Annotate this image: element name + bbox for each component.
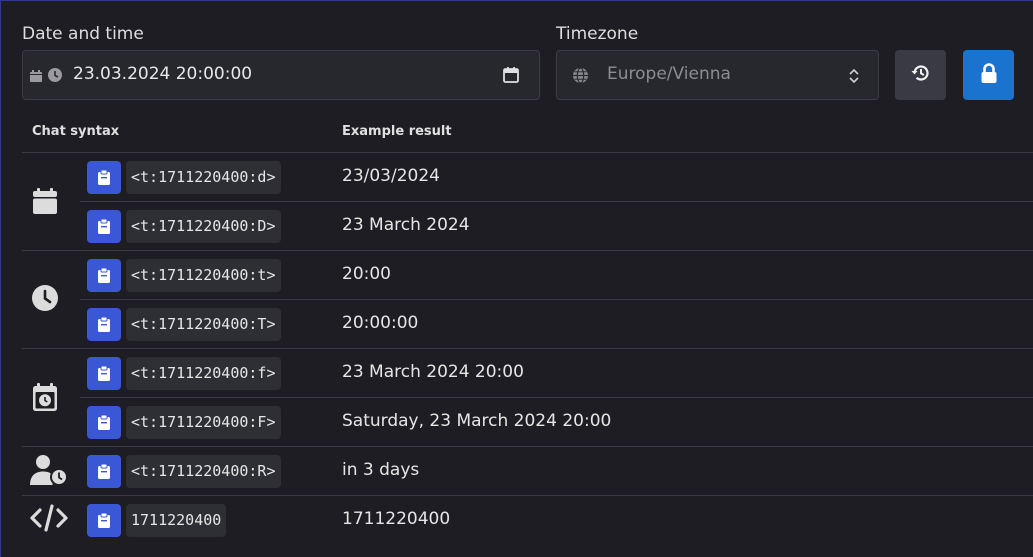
- clipboard-icon: [98, 463, 110, 479]
- table-row: 1711220400 1711220400: [1, 495, 1033, 544]
- lock-icon: [979, 62, 999, 88]
- syntax-code: <t:1711220400:D>: [126, 210, 281, 243]
- datetime-input[interactable]: 23.03.2024 20:00:00: [22, 50, 540, 100]
- calendar-clock-icon: [27, 379, 63, 415]
- copy-button[interactable]: [87, 210, 121, 243]
- datetime-value: 23.03.2024 20:00:00: [73, 64, 253, 84]
- code-icon: [29, 500, 69, 536]
- copy-button[interactable]: [87, 455, 121, 488]
- syntax-code: <t:1711220400:d>: [126, 161, 281, 194]
- clipboard-icon: [98, 218, 110, 234]
- table-row: <t:1711220400:F> Saturday, 23 March 2024…: [1, 397, 1033, 446]
- syntax-code: <t:1711220400:F>: [126, 406, 281, 439]
- clipboard-icon: [98, 512, 110, 528]
- clipboard-icon: [98, 414, 110, 430]
- copy-button[interactable]: [87, 504, 121, 537]
- table-row: <t:1711220400:d> 23/03/2024: [1, 152, 1033, 201]
- table-row: <t:1711220400:t> 20:00: [1, 250, 1033, 299]
- chevron-updown-icon: [848, 67, 860, 89]
- timezone-label: Timezone: [556, 24, 639, 44]
- calendar-icon: [27, 183, 63, 219]
- lock-button[interactable]: [963, 50, 1014, 100]
- result-text: 23 March 2024 20:00: [342, 362, 524, 382]
- calendar-small-icon: [29, 68, 43, 87]
- copy-button[interactable]: [87, 406, 121, 439]
- clipboard-icon: [98, 169, 110, 185]
- syntax-code: <t:1711220400:t>: [126, 259, 281, 292]
- clipboard-icon: [98, 316, 110, 332]
- clock-icon: [27, 280, 63, 316]
- syntax-code: <t:1711220400:R>: [126, 455, 281, 488]
- table-row: <t:1711220400:R> in 3 days: [1, 446, 1033, 495]
- globe-icon: [572, 67, 589, 88]
- syntax-code: 1711220400: [126, 504, 227, 537]
- copy-button[interactable]: [87, 161, 121, 194]
- syntax-code: <t:1711220400:f>: [126, 357, 281, 390]
- copy-button[interactable]: [87, 259, 121, 292]
- user-clock-icon: [29, 452, 69, 488]
- syntax-code: <t:1711220400:T>: [126, 308, 281, 341]
- timezone-select[interactable]: Europe/Vienna: [556, 50, 879, 100]
- timezone-value: Europe/Vienna: [607, 64, 731, 84]
- clipboard-icon: [98, 267, 110, 283]
- col-header-result: Example result: [342, 124, 452, 139]
- reset-button[interactable]: [895, 50, 946, 100]
- copy-button[interactable]: [87, 308, 121, 341]
- result-text: 1711220400: [342, 509, 451, 529]
- col-header-syntax: Chat syntax: [32, 124, 120, 139]
- clipboard-icon: [98, 365, 110, 381]
- datetime-label: Date and time: [22, 24, 144, 44]
- result-text: 20:00:00: [342, 313, 419, 333]
- table-row: <t:1711220400:f> 23 March 2024 20:00: [1, 348, 1033, 397]
- copy-button[interactable]: [87, 357, 121, 390]
- history-icon: [910, 62, 932, 88]
- clock-small-icon: [47, 67, 63, 87]
- table-row: <t:1711220400:T> 20:00:00: [1, 299, 1033, 348]
- result-text: 20:00: [342, 264, 391, 284]
- calendar-picker-icon[interactable]: [502, 66, 520, 88]
- result-text: 23 March 2024: [342, 215, 470, 235]
- result-text: 23/03/2024: [342, 166, 440, 186]
- table-row: <t:1711220400:D> 23 March 2024: [1, 201, 1033, 250]
- result-text: Saturday, 23 March 2024 20:00: [342, 411, 612, 431]
- result-text: in 3 days: [342, 460, 420, 480]
